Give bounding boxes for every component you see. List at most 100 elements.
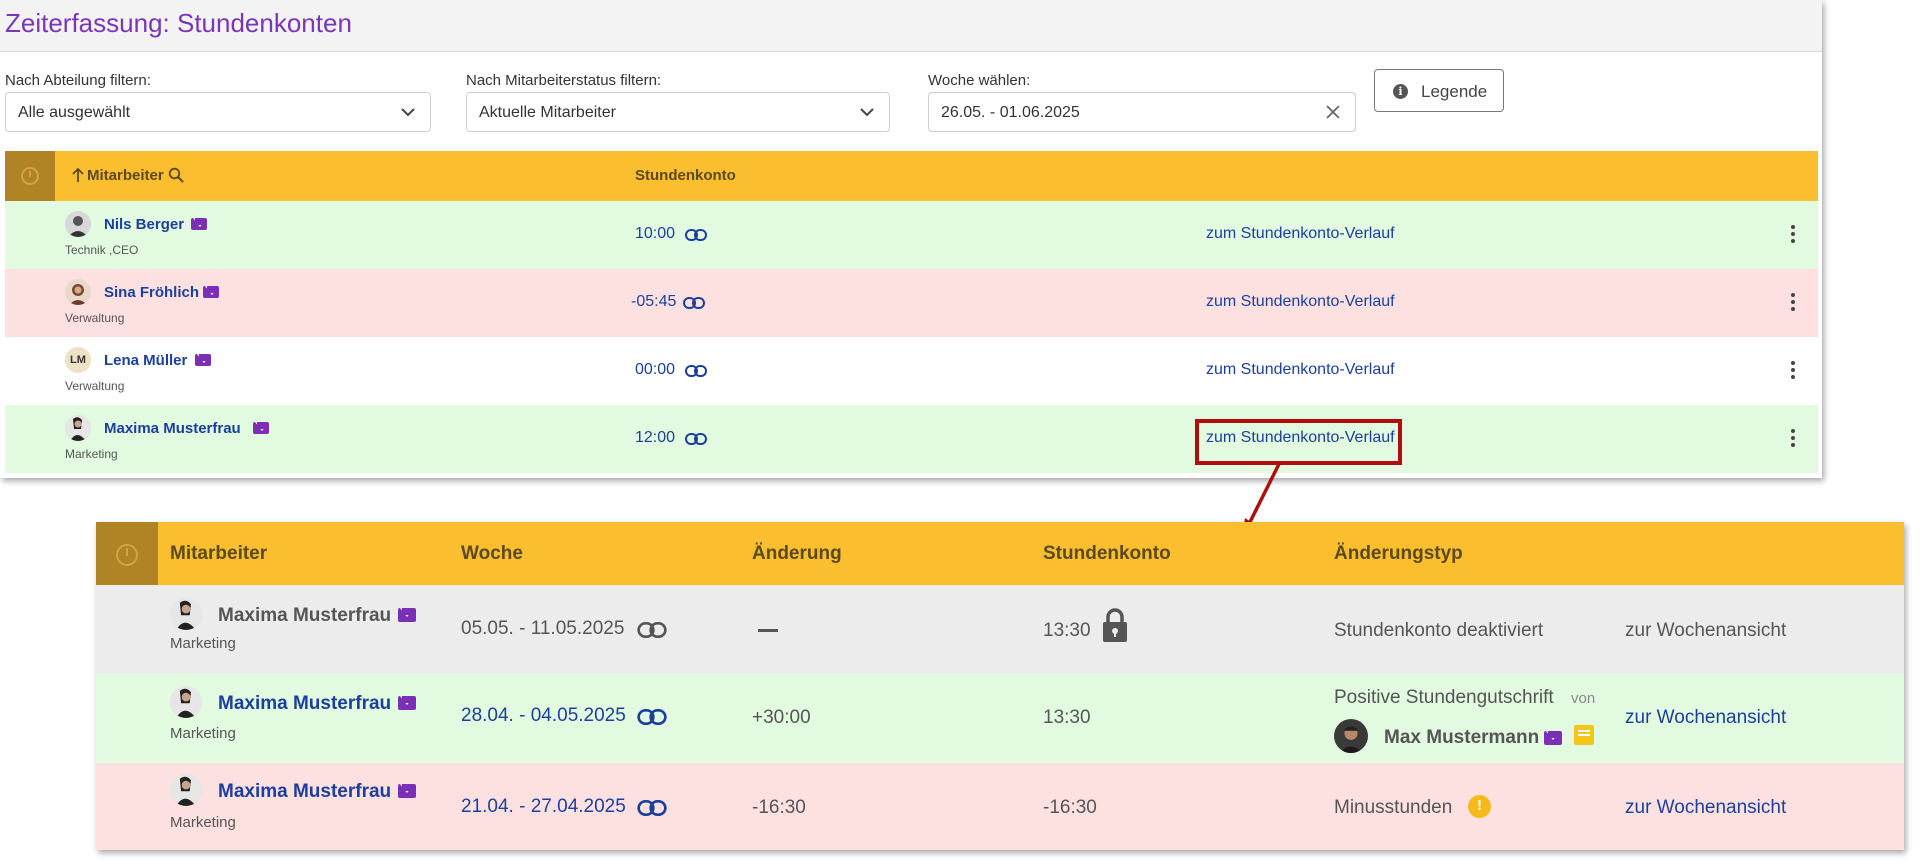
change-value: +30:00 — [752, 707, 811, 728]
avatar — [170, 598, 202, 630]
week-range-link[interactable]: 21.04. - 27.04.2025 — [461, 796, 626, 818]
note-icon[interactable] — [1574, 725, 1594, 745]
more-options-icon[interactable] — [1790, 429, 1796, 449]
employee-name-link[interactable]: Maxima Musterfrau — [218, 693, 391, 715]
employee-department: Marketing — [65, 447, 118, 461]
history-link[interactable]: zum Stundenkonto-Verlauf — [1206, 361, 1395, 379]
history-row: Maxima Musterfrau Marketing 21.04. - 27.… — [96, 763, 1904, 850]
department-filter-select[interactable]: Alle ausgewählt — [5, 92, 431, 132]
table-row: Nils Berger Technik ,CEO 10:00 zum Stund… — [5, 201, 1818, 269]
warning-icon[interactable] — [1468, 795, 1491, 818]
clear-icon[interactable] — [1323, 102, 1343, 122]
column-header-employee: Mitarbeiter — [170, 543, 268, 564]
status-filter-value: Aktuelle Mitarbeiter — [479, 104, 616, 121]
employee-department: Verwaltung — [65, 311, 125, 325]
department-filter-label: Nach Abteilung filtern: — [5, 72, 151, 89]
sort-arrow-up-icon[interactable] — [71, 167, 85, 183]
column-header-employee[interactable]: Mitarbeiter — [87, 167, 164, 184]
employee-name-link[interactable]: Lena Müller — [104, 352, 187, 369]
hours-history-panel: Mitarbeiter Woche Änderung Stundenkonto … — [96, 522, 1904, 850]
info-icon — [1393, 84, 1408, 99]
department-filter-value: Alle ausgewählt — [18, 104, 131, 121]
legend-button[interactable]: Legende — [1374, 69, 1504, 112]
search-icon[interactable] — [168, 167, 184, 183]
change-type: Positive Stundengutschrift — [1334, 687, 1554, 708]
employee-name-link[interactable]: Maxima Musterfrau — [104, 420, 241, 437]
employee-department: Marketing — [170, 814, 236, 831]
hours-account-value: -16:30 — [1043, 797, 1097, 818]
hours-value: 12:00 — [635, 429, 676, 446]
history-table-header: Mitarbeiter Woche Änderung Stundenkonto … — [96, 522, 1904, 585]
highlight-callout-box — [1195, 419, 1402, 465]
no-change-dash — [758, 629, 778, 632]
mail-icon[interactable] — [398, 696, 416, 710]
chevron-down-icon — [860, 108, 874, 117]
mail-icon[interactable] — [398, 608, 416, 622]
change-type: Stundenkonto deaktiviert — [1334, 620, 1544, 641]
hours-account-value: 13:30 — [1043, 707, 1091, 728]
change-type-by-label: von — [1571, 690, 1596, 707]
employee-name-link[interactable]: Sina Fröhlich — [104, 284, 199, 301]
clock-icon — [21, 167, 39, 185]
chevron-down-icon — [401, 108, 415, 117]
change-value: -16:30 — [752, 797, 806, 818]
table-row: LM Lena Müller Verwaltung 00:00 zum Stun… — [5, 337, 1818, 405]
page-title: Zeiterfassung: Stundenkonten — [5, 8, 352, 38]
hours-value: -05:45 — [631, 293, 677, 310]
status-filter-select[interactable]: Aktuelle Mitarbeiter — [466, 92, 890, 132]
employee-name-link[interactable]: Maxima Musterfrau — [218, 781, 391, 803]
hours-value: 00:00 — [635, 361, 676, 378]
history-row: Maxima Musterfrau Marketing 28.04. - 04.… — [96, 673, 1904, 763]
employee-department: Marketing — [170, 635, 236, 652]
column-header-week: Woche — [461, 543, 523, 564]
week-view-link[interactable]: zur Wochenansicht — [1625, 797, 1786, 819]
week-picker-input[interactable]: 26.05. - 01.06.2025 — [928, 92, 1356, 132]
more-options-icon[interactable] — [1790, 225, 1796, 245]
employee-department: Technik ,CEO — [65, 243, 139, 257]
table-header: Mitarbeiter Stundenkonto — [5, 151, 1818, 201]
change-type: Minusstunden — [1334, 797, 1453, 818]
more-options-icon[interactable] — [1790, 293, 1796, 313]
changed-by-user: Max Mustermann — [1384, 727, 1540, 748]
employee-department: Verwaltung — [65, 379, 125, 393]
link-icon[interactable] — [683, 297, 705, 309]
link-icon[interactable] — [685, 433, 707, 445]
employee-name: Maxima Musterfrau — [218, 605, 392, 626]
link-icon[interactable] — [685, 229, 707, 241]
header-corner — [5, 151, 55, 201]
week-view-link[interactable]: zur Wochenansicht — [1625, 620, 1786, 642]
avatar — [65, 211, 91, 237]
link-icon[interactable] — [637, 709, 667, 725]
mail-icon[interactable] — [1544, 731, 1562, 745]
mail-icon[interactable] — [398, 784, 416, 798]
week-range-link[interactable]: 28.04. - 04.05.2025 — [461, 705, 626, 727]
column-header-change: Änderung — [752, 543, 842, 564]
week-picker-value: 26.05. - 01.06.2025 — [941, 104, 1080, 121]
title-bar: Zeiterfassung: Stundenkonten — [0, 0, 1822, 52]
mail-icon[interactable] — [191, 218, 207, 230]
employee-department: Marketing — [170, 725, 236, 742]
history-row: Maxima Musterfrau Marketing 05.05. - 11.… — [96, 585, 1904, 673]
avatar — [1334, 719, 1368, 753]
lock-icon — [1103, 608, 1127, 642]
week-view-link[interactable]: zur Wochenansicht — [1625, 707, 1786, 729]
more-options-icon[interactable] — [1790, 361, 1796, 381]
link-icon — [637, 622, 667, 638]
mail-icon[interactable] — [195, 354, 211, 366]
history-link[interactable]: zum Stundenkonto-Verlauf — [1206, 293, 1395, 311]
table-row: Sina Fröhlich Verwaltung -05:45 zum Stun… — [5, 269, 1818, 337]
hours-account-value: 13:30 — [1043, 620, 1091, 641]
avatar — [65, 415, 91, 441]
avatar — [170, 686, 202, 718]
table-row: Maxima Musterfrau Marketing 12:00 zum St… — [5, 405, 1818, 473]
history-link[interactable]: zum Stundenkonto-Verlauf — [1206, 225, 1395, 243]
mail-icon[interactable] — [203, 286, 219, 298]
mail-icon[interactable] — [253, 422, 269, 434]
link-icon[interactable] — [637, 800, 667, 816]
employee-name-link[interactable]: Nils Berger — [104, 216, 184, 233]
column-header-hours-account: Stundenkonto — [1043, 543, 1171, 564]
link-icon[interactable] — [685, 365, 707, 377]
avatar — [65, 279, 91, 305]
column-header-change-type: Änderungstyp — [1334, 543, 1463, 564]
hours-accounts-panel: Zeiterfassung: Stundenkonten Nach Abteil… — [0, 0, 1822, 478]
